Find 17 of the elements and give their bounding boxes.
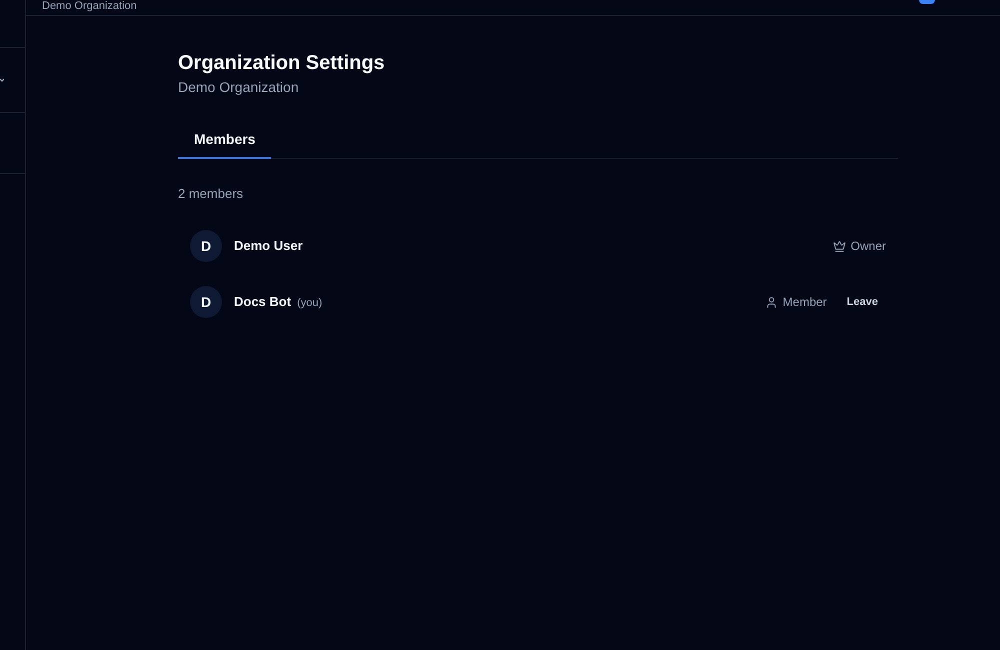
member-name: Demo User (234, 237, 303, 256)
avatar: D (190, 286, 222, 318)
avatar-icon[interactable] (919, 0, 935, 4)
member-name: Docs Bot (234, 293, 292, 312)
page-subtitle: Demo Organization (178, 78, 300, 97)
organization-name: Demo Organization (42, 0, 137, 12)
crown-icon (832, 240, 846, 252)
member-count: 2 members (178, 185, 244, 203)
role-label: Owner (850, 238, 886, 255)
leave-button[interactable]: Leave (838, 290, 886, 314)
page-title: Organization Settings (178, 51, 386, 76)
tab[interactable]: Members (178, 121, 272, 159)
you-label: (you) (297, 296, 322, 312)
user-icon (764, 296, 778, 308)
avatar: D (190, 230, 222, 262)
chevron-icon[interactable] (0, 78, 4, 82)
role-label: Member (782, 294, 827, 311)
